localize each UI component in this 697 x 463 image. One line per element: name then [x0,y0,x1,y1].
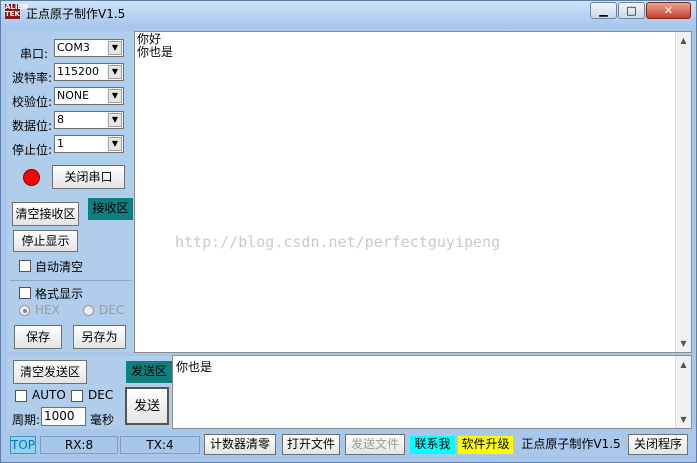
auto-clear-label: 自动清空 [35,260,84,274]
credit-text: 正点原子制作V1.5 [521,437,621,451]
period-input[interactable]: 1000 [41,407,86,426]
receive-textarea[interactable] [134,31,692,353]
send-content: 你也是 [176,360,213,374]
port-label: 串口: [20,47,49,61]
send-file-button[interactable]: 发送文件 [345,434,405,455]
dec-radio[interactable] [83,305,94,316]
scroll-down-icon[interactable]: ▼ [676,336,691,351]
upgrade-link[interactable]: 软件升级 [458,436,513,454]
app-logo-icon: ALIEN TEK [5,3,29,19]
chevron-down-icon[interactable]: ▼ [108,137,122,151]
stop-display-button[interactable]: 停止显示 [13,230,78,252]
chevron-down-icon[interactable]: ▼ [108,65,122,79]
dec-label: DEC [99,303,125,317]
format-display-checkbox[interactable] [19,287,31,299]
receive-content: 你好 你也是 [137,32,174,59]
chevron-down-icon[interactable]: ▼ [108,41,122,55]
format-display-label: 格式显示 [35,287,84,301]
top-toggle[interactable]: TOP [10,436,36,454]
port-value: COM3 [57,41,90,54]
parity-label: 校验位: [12,95,53,109]
maximize-button[interactable]: □ [618,2,645,19]
chevron-down-icon[interactable]: ▼ [108,113,122,127]
port-select[interactable]: COM3 ▼ [54,39,124,57]
watermark: http://blog.csdn.net/perfectguyipeng [175,233,501,251]
dec-send-checkbox[interactable] [71,390,83,402]
databits-label: 数据位: [12,119,53,133]
save-button[interactable]: 保存 [14,325,62,349]
chevron-down-icon[interactable]: ▼ [108,89,122,103]
parity-value: NONE [57,89,90,102]
hex-label: HEX [35,303,60,317]
scroll-up-icon[interactable]: ▲ [676,33,691,48]
port-status-indicator-icon [23,169,40,186]
counter-clear-button[interactable]: 计数器清零 [204,434,276,455]
auto-clear-checkbox[interactable] [19,260,31,272]
close-app-button[interactable]: 关闭程序 [628,434,688,455]
auto-send-checkbox[interactable] [15,390,27,402]
clear-send-button[interactable]: 清空发送区 [13,360,87,384]
close-window-button[interactable]: ✕ [646,2,691,19]
auto-label: AUTO [32,388,66,402]
send-area-label: 发送区 [126,361,172,383]
minimize-button[interactable]: ▁ [590,2,617,19]
save-as-button[interactable]: 另存为 [73,325,126,349]
stopbits-select[interactable]: 1 ▼ [54,135,124,153]
divider [10,280,131,281]
scroll-down-icon[interactable]: ▼ [676,412,691,427]
stopbits-value: 1 [57,137,64,150]
period-label: 周期: [12,413,41,427]
tx-counter: TX:4 [120,436,200,454]
dec-send-label: DEC [88,388,114,402]
clear-receive-button[interactable]: 清空接收区 [12,202,79,226]
databits-select[interactable]: 8 ▼ [54,111,124,129]
close-port-button[interactable]: 关闭串口 [52,165,125,189]
baud-label: 波特率: [12,71,53,85]
window-title: 正点原子制作V1.5 [26,7,126,21]
receive-area-label: 接收区 [88,198,133,220]
databits-value: 8 [57,113,64,126]
parity-select[interactable]: NONE ▼ [54,87,124,105]
send-textarea[interactable] [172,355,692,429]
contact-link[interactable]: 联系我 [410,436,455,454]
receive-scrollbar[interactable] [675,32,691,352]
scroll-up-icon[interactable]: ▲ [676,357,691,372]
stopbits-label: 停止位: [12,143,53,157]
rx-counter: RX:8 [40,436,118,454]
baud-select[interactable]: 115200 ▼ [54,63,124,81]
hex-radio[interactable] [19,305,30,316]
open-file-button[interactable]: 打开文件 [282,434,340,455]
unit-label: 毫秒 [90,413,115,427]
baud-value: 115200 [57,65,99,78]
send-button[interactable]: 发送 [125,387,169,425]
